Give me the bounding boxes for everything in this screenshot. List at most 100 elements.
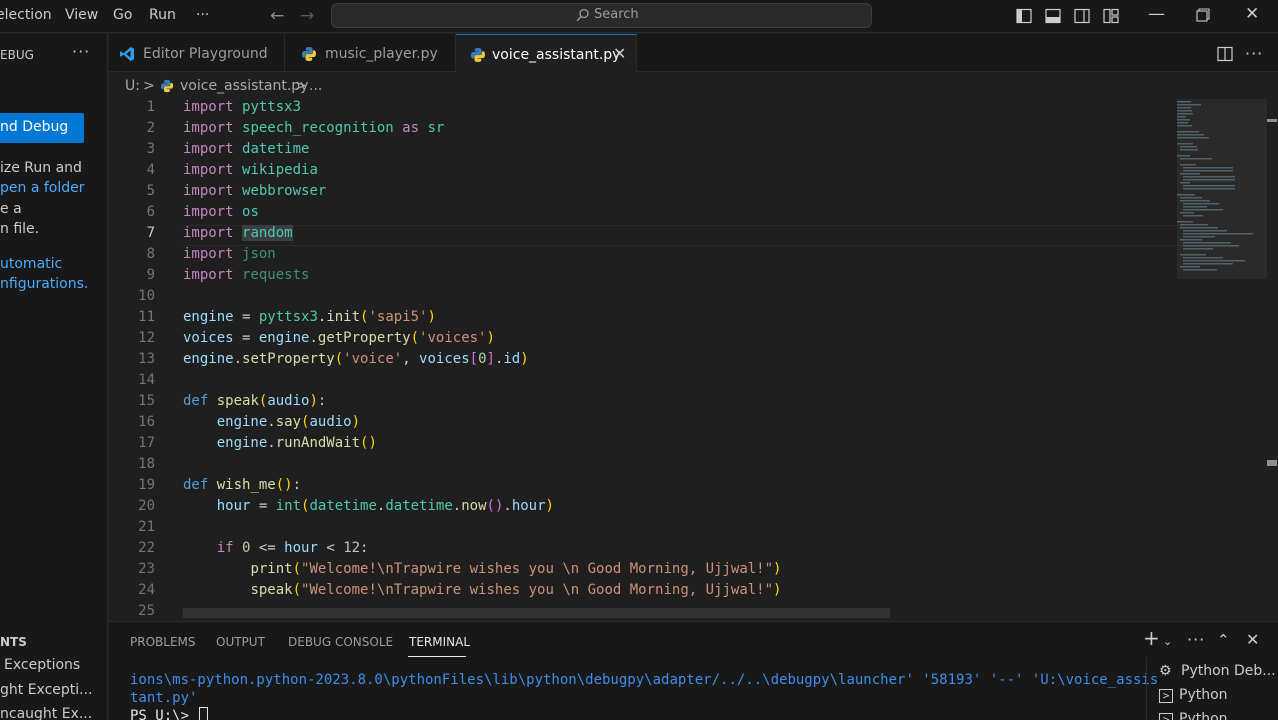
code-line[interactable]: 21	[109, 519, 1169, 540]
code-line[interactable]: 17 engine.runAndWait()	[109, 435, 1169, 456]
breakpoint-item[interactable]: ght Excepti...	[0, 682, 93, 698]
tab-voice-assistant[interactable]: voice_assistant.py ✕	[456, 34, 637, 72]
close-panel-icon[interactable]: ✕	[1246, 630, 1259, 649]
breadcrumb-file[interactable]: voice_assistant.py	[180, 78, 308, 94]
forward-arrow-icon[interactable]: →	[300, 6, 314, 26]
menu-go[interactable]: Go	[113, 7, 132, 23]
code-line[interactable]: 5 import webbrowser	[109, 183, 1169, 204]
maximize-panel-icon[interactable]: ⌃	[1217, 631, 1230, 649]
code-text: import wikipedia	[183, 162, 318, 178]
breakpoint-item[interactable]: ncaught Ex...	[0, 706, 92, 720]
code-line[interactable]: 4 import wikipedia	[109, 162, 1169, 183]
code-line[interactable]: 22 if 0 <= hour < 12:	[109, 540, 1169, 561]
tab-label: music_player.py	[325, 46, 438, 62]
minimize-icon[interactable]: —	[1148, 4, 1165, 24]
code-text: import random	[183, 225, 293, 241]
show-automatic-configurations-link[interactable]: nfigurations.	[0, 276, 88, 292]
code-line[interactable]: 7 import random	[109, 225, 1169, 246]
vscode-icon	[120, 47, 134, 61]
editor-more-actions-icon[interactable]: ···	[1245, 44, 1263, 63]
scrollbar-position-marker	[1267, 119, 1277, 122]
minimap-preview	[1177, 101, 1253, 271]
tab-editor-playground[interactable]: Editor Playground	[109, 34, 285, 72]
customize-layout-icon[interactable]	[1103, 8, 1119, 24]
close-tab-icon[interactable]: ✕	[613, 44, 626, 63]
code-text: engine.runAndWait()	[216, 435, 377, 451]
code-line[interactable]: 3 import datetime	[109, 141, 1169, 162]
menu-run[interactable]: Run	[149, 7, 176, 23]
restore-icon[interactable]	[1196, 8, 1210, 22]
code-line[interactable]: 6 import os	[109, 204, 1169, 225]
terminal-prompt-line[interactable]: PS U:\>	[130, 707, 209, 720]
code-line[interactable]: 10	[109, 288, 1169, 309]
code-text: def speak(audio):	[183, 393, 327, 409]
menu-view[interactable]: View	[65, 7, 98, 23]
terminal-item-python[interactable]: > Python	[1159, 711, 1228, 720]
tab-music-player[interactable]: music_player.py	[285, 34, 456, 72]
split-editor-icon[interactable]	[1217, 46, 1233, 62]
panel-more-actions-icon[interactable]: ···	[1187, 630, 1205, 649]
code-line[interactable]: 11 engine = pyttsx3.init('sapi5')	[109, 309, 1169, 330]
code-line[interactable]: 14	[109, 372, 1169, 393]
open-folder-link[interactable]: pen a folder	[0, 180, 85, 196]
breadcrumb-symbols[interactable]: ...	[309, 78, 322, 94]
menu-selection[interactable]: election	[0, 7, 52, 23]
code-line[interactable]: 8 import json	[109, 246, 1169, 267]
sidebar-title: EBUG	[0, 48, 34, 62]
debug-gear-icon: ⚙	[1159, 663, 1172, 679]
breakpoints-header[interactable]: NTS	[0, 635, 27, 649]
tab-output[interactable]: OUTPUT	[216, 635, 265, 649]
show-automatic-configurations-link[interactable]: utomatic	[0, 256, 62, 272]
code-text: import webbrowser	[183, 183, 327, 199]
code-line[interactable]: 13 engine.setProperty('voice', voices[0].…	[109, 351, 1169, 372]
code-line[interactable]: 9 import requests	[109, 267, 1169, 288]
sidebar-more-actions-icon[interactable]: ···	[72, 42, 90, 61]
line-number: 19	[138, 477, 155, 493]
sidebar-help-text: e a	[0, 201, 22, 217]
code-line[interactable]: 1 import pyttsx3	[109, 99, 1169, 120]
code-line[interactable]: 16 engine.say(audio)	[109, 414, 1169, 435]
close-window-icon[interactable]: ✕	[1245, 4, 1259, 24]
tab-problems[interactable]: PROBLEMS	[130, 635, 196, 649]
terminal-prompt: PS U:\>	[130, 708, 198, 720]
terminal-output-line: tant.py'	[130, 690, 198, 706]
terminal-item-label: Python	[1179, 687, 1228, 703]
tab-terminal[interactable]: TERMINAL	[409, 635, 470, 649]
terminal-output-line: ions\ms-python.python-2023.8.0\pythonFil…	[130, 672, 1159, 688]
code-text: import speech_recognition as sr	[183, 120, 445, 136]
line-number: 5	[146, 183, 155, 199]
code-line[interactable]: 18	[109, 456, 1169, 477]
line-number: 9	[146, 267, 155, 283]
horizontal-scrollbar[interactable]	[183, 608, 890, 618]
bottom-panel: PROBLEMS OUTPUT DEBUG CONSOLE TERMINAL +…	[109, 621, 1278, 720]
terminal-item-python-debug[interactable]: ⚙ Python Deb...	[1159, 663, 1276, 679]
python-icon	[471, 48, 485, 62]
breakpoint-item[interactable]: Exceptions	[4, 657, 80, 673]
search-input[interactable]: Search	[331, 3, 872, 28]
line-number: 7	[146, 225, 155, 241]
code-text: engine.say(audio)	[216, 414, 361, 430]
code-text: print("Welcome!\nTrapwire wishes you \n …	[250, 561, 782, 577]
terminal-item-label: Python	[1179, 711, 1228, 720]
code-line[interactable]: 15 def speak(audio):	[109, 393, 1169, 414]
code-line[interactable]: 19 def wish_me():	[109, 477, 1169, 498]
code-line[interactable]: 23 print("Welcome!\nTrapwire wishes you …	[109, 561, 1169, 582]
run-and-debug-button[interactable]: nd Debug	[0, 113, 84, 143]
code-line[interactable]: 20 hour = int(datetime.datetime.now().ho…	[109, 498, 1169, 519]
menu-more[interactable]: ···	[196, 7, 209, 23]
code-editor[interactable]: 1 import pyttsx3 2 import speech_recogniti…	[109, 99, 1278, 620]
toggle-panel-icon[interactable]	[1045, 8, 1061, 24]
toggle-primary-sidebar-icon[interactable]	[1016, 8, 1032, 24]
breadcrumb-drive[interactable]: U:	[125, 78, 140, 94]
code-line[interactable]: 2 import speech_recognition as sr	[109, 120, 1169, 141]
new-terminal-icon[interactable]: +	[1143, 626, 1160, 650]
back-arrow-icon[interactable]: ←	[270, 6, 284, 26]
chevron-down-icon[interactable]: ⌄	[1163, 635, 1172, 648]
python-icon	[302, 47, 316, 61]
code-line[interactable]: 24 speak("Welcome!\nTrapwire wishes you …	[109, 582, 1169, 603]
tab-debug-console[interactable]: DEBUG CONSOLE	[288, 635, 393, 649]
terminal-item-python[interactable]: > Python	[1159, 687, 1228, 703]
code-line[interactable]: 12 voices = engine.getProperty('voices')	[109, 330, 1169, 351]
toggle-secondary-sidebar-icon[interactable]	[1074, 8, 1090, 24]
terminal-cursor	[199, 707, 209, 720]
